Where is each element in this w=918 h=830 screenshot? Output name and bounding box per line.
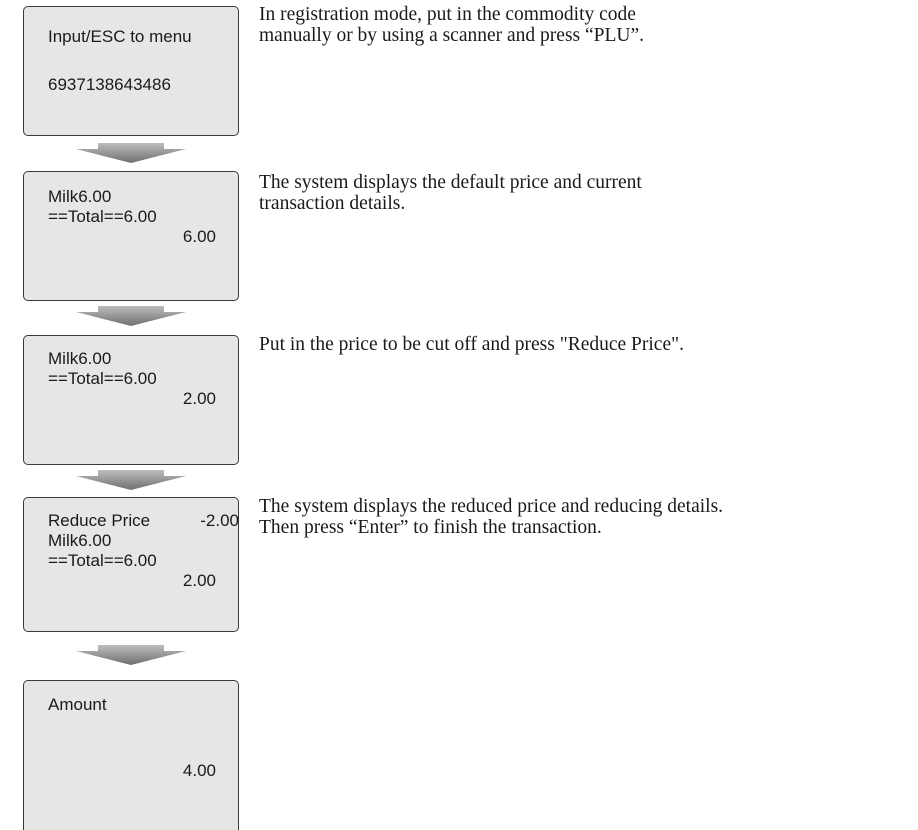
screen-total-line: ==Total==6.00 bbox=[48, 551, 157, 570]
screen-value-line: 6.00 bbox=[182, 227, 216, 246]
description-line: Put in the price to be cut off and press… bbox=[259, 334, 684, 355]
screen-value-line: 2.00 bbox=[182, 389, 216, 408]
screen-value-line: 2.00 bbox=[182, 571, 216, 590]
screen-prompt: Input/ESC to menu bbox=[48, 27, 192, 46]
description-line: In registration mode, put in the commodi… bbox=[259, 4, 636, 25]
screen-item-line: Milk6.00 bbox=[48, 187, 112, 206]
screen-reduce-value: -2.00 bbox=[200, 511, 239, 530]
down-arrow-icon bbox=[76, 470, 186, 490]
description-line: The system displays the reduced price an… bbox=[259, 496, 724, 517]
screen-total-line: ==Total==6.00 bbox=[48, 369, 157, 388]
lcd-screen-step-4: Reduce Price -2.00 Milk6.00 ==Total==6.0… bbox=[23, 497, 239, 632]
down-arrow-icon bbox=[76, 645, 186, 665]
step-3-description: Put in the price to be cut off and press… bbox=[259, 334, 684, 355]
step-2-description: The system displays the default price an… bbox=[259, 172, 642, 214]
screen-reduce-label: Reduce Price bbox=[48, 511, 151, 530]
lcd-screen-step-1: Input/ESC to menu 6937138643486 bbox=[23, 6, 239, 136]
lcd-screen-step-5: Amount 4.00 bbox=[23, 680, 239, 830]
screen-item-line: Milk6.00 bbox=[48, 531, 112, 550]
screen-amount-label: Amount bbox=[48, 695, 107, 714]
description-line: Then press “Enter” to finish the transac… bbox=[259, 517, 602, 538]
step-1-description: In registration mode, put in the commodi… bbox=[259, 4, 644, 46]
screen-total-line: ==Total==6.00 bbox=[48, 207, 157, 226]
description-line: The system displays the default price an… bbox=[259, 172, 642, 193]
step-4-description: The system displays the reduced price an… bbox=[259, 496, 723, 538]
description-line: transaction details. bbox=[259, 193, 406, 214]
screen-item-line: Milk6.00 bbox=[48, 349, 112, 368]
screen-amount-value: 4.00 bbox=[182, 761, 216, 780]
lcd-screen-step-3: Milk6.00 ==Total==6.00 2.00 bbox=[23, 335, 239, 465]
lcd-screen-step-2: Milk6.00 ==Total==6.00 6.00 bbox=[23, 171, 239, 301]
description-line: manually or by using a scanner and press… bbox=[259, 25, 645, 46]
screen-commodity-code: 6937138643486 bbox=[48, 75, 171, 94]
down-arrow-icon bbox=[76, 143, 186, 163]
down-arrow-icon bbox=[76, 306, 186, 326]
